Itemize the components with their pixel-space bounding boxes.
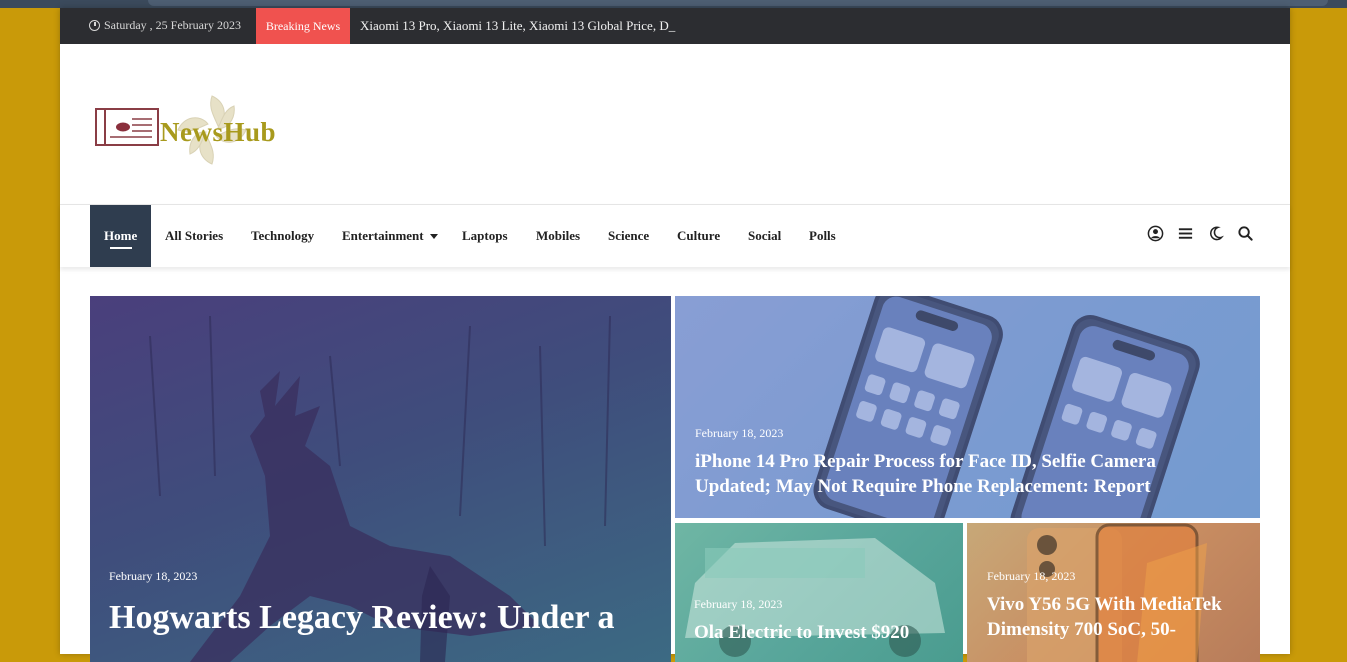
featured-iphone-date: February 18, 2023 — [695, 426, 784, 440]
site-header: NewsHub — [60, 44, 1290, 204]
featured-card-main[interactable]: February 18, 2023 Hogwarts Legacy Review… — [90, 296, 671, 662]
nav-item-laptops[interactable]: Laptops — [462, 205, 508, 267]
featured-card-vivo[interactable]: February 18, 2023 Vivo Y56 5G With Media… — [967, 523, 1260, 662]
browser-top-edge — [0, 0, 1347, 8]
chevron-down-icon — [429, 233, 438, 239]
featured-main-title[interactable]: Hogwarts Legacy Review: Under a — [109, 596, 659, 640]
nav-item-social[interactable]: Social — [748, 205, 781, 267]
nav-icon-group — [1147, 225, 1254, 242]
nav-item-technology[interactable]: Technology — [251, 205, 314, 267]
menu-icon[interactable] — [1177, 225, 1194, 242]
current-date-text: Saturday , 25 February 2023 — [104, 18, 241, 32]
nav-item-entertainment[interactable]: Entertainment — [342, 205, 438, 267]
nav-item-polls[interactable]: Polls — [809, 205, 836, 267]
site-logo[interactable]: NewsHub — [94, 92, 294, 167]
featured-card-iphone[interactable]: February 18, 2023 iPhone 14 Pro Repair P… — [675, 296, 1260, 518]
nav-item-entertainment-label: Entertainment — [342, 228, 424, 243]
main-navigation: Home All Stories Technology Entertainmen… — [60, 204, 1290, 267]
featured-vivo-date: February 18, 2023 — [987, 569, 1076, 583]
featured-main-date: February 18, 2023 — [109, 569, 198, 583]
featured-ola-date: February 18, 2023 — [694, 597, 783, 611]
search-icon[interactable] — [1237, 225, 1254, 242]
current-date: Saturday , 25 February 2023 — [89, 18, 241, 33]
nav-item-mobiles[interactable]: Mobiles — [536, 205, 580, 267]
moon-icon[interactable] — [1207, 225, 1224, 242]
featured-ola-title[interactable]: Ola Electric to Invest $920 — [694, 621, 954, 646]
breaking-news-ticker[interactable]: Xiaomi 13 Pro, Xiaomi 13 Lite, Xiaomi 13… — [360, 18, 675, 34]
user-icon[interactable] — [1147, 225, 1164, 242]
featured-vivo-title[interactable]: Vivo Y56 5G With MediaTek Dimensity 700 … — [987, 593, 1252, 642]
nav-item-home[interactable]: Home — [90, 205, 152, 267]
top-bar: Saturday , 25 February 2023 Breaking New… — [60, 8, 1290, 44]
logo-text: NewsHub — [160, 117, 277, 147]
browser-address-bar[interactable] — [148, 0, 1328, 6]
featured-card-ola[interactable]: February 18, 2023 Ola Electric to Invest… — [675, 523, 963, 662]
nav-item-science[interactable]: Science — [608, 205, 649, 267]
nav-item-all-stories[interactable]: All Stories — [165, 205, 223, 267]
nav-item-culture[interactable]: Culture — [677, 205, 720, 267]
clock-icon — [89, 20, 100, 31]
featured-iphone-title[interactable]: iPhone 14 Pro Repair Process for Face ID… — [695, 450, 1225, 499]
page-container: Saturday , 25 February 2023 Breaking New… — [60, 8, 1290, 662]
breaking-news-label: Breaking News — [256, 8, 350, 44]
